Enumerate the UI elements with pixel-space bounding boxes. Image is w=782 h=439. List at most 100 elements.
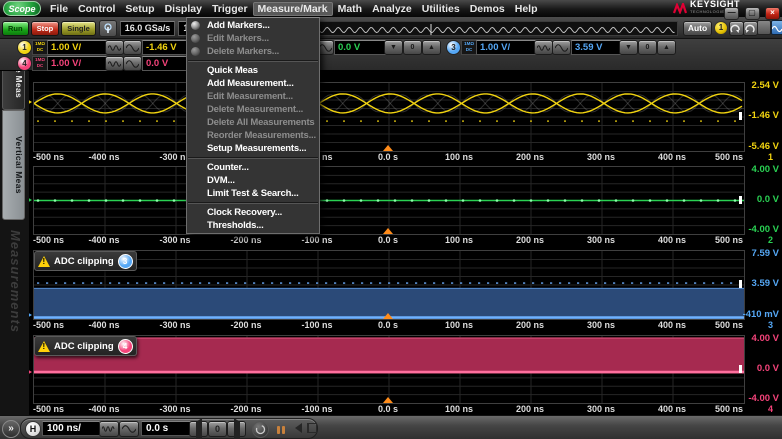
menubar-item-file[interactable]: File <box>45 2 73 16</box>
menu-item-add-markers[interactable]: Add Markers... <box>187 19 319 32</box>
x-tick-label: -300 ns <box>159 235 190 245</box>
menubar-item-control[interactable]: Control <box>73 2 120 16</box>
scope-logo[interactable]: Scope <box>3 1 41 16</box>
trigger-time-marker[interactable] <box>383 145 393 151</box>
run-button[interactable]: Run <box>2 21 29 36</box>
channel-3-waveform-large-icon[interactable] <box>552 40 571 55</box>
menubar-item-demos[interactable]: Demos <box>465 2 510 16</box>
menubar-item-math[interactable]: Math <box>333 2 368 16</box>
x-tick-label: 300 ns <box>587 404 615 414</box>
minimize-button[interactable]: — <box>724 7 739 20</box>
menu-item-setup-measurements[interactable]: Setup Measurements... <box>187 142 319 155</box>
channel-4-waveform-large-icon[interactable] <box>123 56 142 71</box>
channel-2-offset-zero-button[interactable]: 0 <box>403 40 422 55</box>
x-tick-label: 200 ns <box>516 320 544 330</box>
bookmark-flag-icon[interactable] <box>307 423 317 433</box>
channel-1-indicator[interactable]: 1 <box>17 40 32 55</box>
trigger-time-marker[interactable] <box>383 228 393 234</box>
channel-3-scale-field[interactable]: 1.00 V/ <box>476 40 538 55</box>
menubar-item-utilities[interactable]: Utilities <box>417 2 465 16</box>
waveform-grid-channel-3[interactable] <box>33 250 745 320</box>
trigger-source-indicator[interactable]: 1 <box>714 21 728 35</box>
adc-clipping-text: ADC clipping <box>54 341 114 352</box>
trigger-time-marker[interactable] <box>383 397 393 403</box>
channel-4-position-marker[interactable] <box>739 365 742 373</box>
badge-channel-number[interactable]: 3 <box>118 254 133 269</box>
menu-item-quick-meas[interactable]: Quick Meas <box>187 64 319 77</box>
channel-1-waveform-small-icon[interactable] <box>105 40 124 55</box>
trigger-slope-rising-icon[interactable] <box>729 21 744 36</box>
channel-4-scale-field[interactable]: 1.00 V/ <box>47 56 109 71</box>
waveform-grid-channel-4[interactable] <box>33 335 745 404</box>
menu-item-counter[interactable]: Counter... <box>187 161 319 174</box>
collapse-chevron-icon[interactable] <box>295 423 302 433</box>
trigger-time-marker[interactable] <box>383 313 393 319</box>
channel-3-waveform-small-icon[interactable] <box>534 40 553 55</box>
measure-mark-menu: Add Markers...Edit Markers...Delete Mark… <box>186 17 320 234</box>
x-tick-label: 500 ns <box>715 152 743 162</box>
x-tick-label: 400 ns <box>658 404 686 414</box>
menu-item-thresholds[interactable]: Thresholds... <box>187 219 319 232</box>
channel-1-scale-field[interactable]: 1.00 V/ <box>47 40 109 55</box>
axis-channel-number-1: 1 <box>768 152 773 162</box>
touch-icon[interactable] <box>99 20 117 37</box>
pause-icon[interactable] <box>273 421 289 436</box>
expand-toolbar-button[interactable]: » <box>2 420 20 438</box>
trigger-slope-falling-icon[interactable] <box>743 21 758 36</box>
timebase-scale-field[interactable]: 100 ns/ <box>42 421 100 436</box>
zoom-mode-icon[interactable] <box>252 421 269 438</box>
waveform-window-icon[interactable] <box>771 20 782 35</box>
channel-2-offset-down-button[interactable]: ▼ <box>384 40 403 55</box>
channel-3-indicator[interactable]: 3 <box>446 40 461 55</box>
menu-item-limit-test-search[interactable]: Limit Test & Search... <box>187 187 319 200</box>
badge-channel-number[interactable]: 4 <box>118 339 133 354</box>
channel-4-offset-field[interactable]: 0.0 V <box>142 56 192 71</box>
position-left-button[interactable] <box>189 421 208 437</box>
horizontal-h-button[interactable]: H <box>25 421 41 437</box>
channel-4-indicator[interactable]: 4 <box>17 56 32 71</box>
position-zero-button[interactable]: 0 <box>208 421 227 437</box>
horizontal-position-field[interactable]: 0.0 s <box>141 421 191 436</box>
acquisition-preview-bar[interactable] <box>318 21 678 36</box>
channel-3-position-marker[interactable] <box>739 280 742 288</box>
menu-item-delete-measurement: Delete Measurement... <box>187 103 319 116</box>
channel-3-offset-down-button[interactable]: ▼ <box>619 40 638 55</box>
channel-4-waveform-small-icon[interactable] <box>105 56 124 71</box>
horizontal-settings-group: H 100 ns/ 0.0 s 0 <box>20 418 318 439</box>
channel-3-offset-up-button[interactable]: ▲ <box>657 40 676 55</box>
channel-1-position-marker[interactable] <box>739 112 742 120</box>
channel-1-offset-field[interactable]: -1.46 V <box>142 40 192 55</box>
maximize-button[interactable]: ▢ <box>745 7 760 20</box>
x-tick-label: 500 ns <box>715 320 743 330</box>
menu-item-edit-measurement: Edit Measurement... <box>187 90 319 103</box>
menubar-item-measure-mark[interactable]: Measure/Mark <box>253 2 333 16</box>
channel-2-offset-field[interactable]: 0.0 V <box>334 40 386 55</box>
x-tick-label: 0.0 s <box>378 152 398 162</box>
menu-item-dvm[interactable]: DVM... <box>187 174 319 187</box>
menubar-item-setup[interactable]: Setup <box>120 2 159 16</box>
channel-2-position-marker[interactable] <box>739 196 742 204</box>
display-icon[interactable] <box>757 20 771 35</box>
menu-item-add-measurement[interactable]: Add Measurement... <box>187 77 319 90</box>
x-tick-label: -300 ns <box>159 404 190 414</box>
waveform-grid-channel-1[interactable] <box>33 82 745 152</box>
timebase-zoom-out-icon[interactable] <box>99 421 119 437</box>
auto-trigger-button[interactable]: Auto <box>683 21 712 36</box>
channel-2-offset-up-button[interactable]: ▲ <box>422 40 441 55</box>
channel-3-offset-zero-button[interactable]: 0 <box>638 40 657 55</box>
waveform-grid-channel-2[interactable] <box>33 166 745 235</box>
single-button[interactable]: Single <box>61 21 96 36</box>
position-right-button[interactable] <box>227 421 246 437</box>
menu-separator <box>188 60 318 62</box>
channel-3-offset-field[interactable]: 3.59 V <box>571 40 621 55</box>
timebase-zoom-in-icon[interactable] <box>119 421 139 437</box>
tab-vertical-meas[interactable]: Vertical Meas <box>2 110 25 220</box>
menubar-item-analyze[interactable]: Analyze <box>367 2 417 16</box>
menubar-item-help[interactable]: Help <box>510 2 543 16</box>
menubar-item-display[interactable]: Display <box>160 2 207 16</box>
menu-item-clock-recovery[interactable]: Clock Recovery... <box>187 206 319 219</box>
channel-1-waveform-large-icon[interactable] <box>123 40 142 55</box>
menubar-item-trigger[interactable]: Trigger <box>207 2 253 16</box>
close-button[interactable]: × <box>765 7 780 20</box>
stop-button[interactable]: Stop <box>31 21 60 36</box>
